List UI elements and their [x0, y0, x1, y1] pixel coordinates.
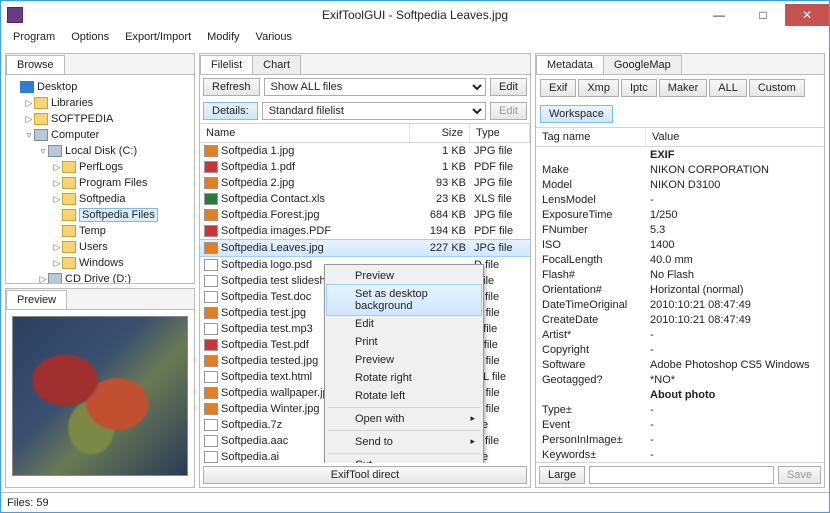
- tree-item[interactable]: ▷PerfLogs: [10, 159, 190, 175]
- meta-all-button[interactable]: ALL: [709, 79, 747, 97]
- ctx-send-to[interactable]: Send to: [327, 433, 481, 451]
- minimize-button[interactable]: —: [697, 4, 741, 26]
- ctx-rotate-left[interactable]: Rotate left: [327, 387, 481, 405]
- tree-item[interactable]: ▷Program Files: [10, 175, 190, 191]
- menu-program[interactable]: Program: [5, 29, 63, 49]
- edit-filter-button[interactable]: Edit: [490, 78, 527, 96]
- ctx-set-as-desktop-background[interactable]: Set as desktop background: [326, 284, 482, 316]
- metadata-row[interactable]: Artist*-: [536, 327, 824, 342]
- file-row-selected[interactable]: Softpedia Leaves.jpg 227 KB JPG file: [200, 239, 530, 257]
- metadata-row[interactable]: DateTimeOriginal2010:10:21 08:47:49: [536, 297, 824, 312]
- ctx-cut[interactable]: Cut: [327, 456, 481, 463]
- tree-item[interactable]: ▷Softpedia: [10, 191, 190, 207]
- meta-exif-button[interactable]: Exif: [540, 79, 576, 97]
- edit-columns-button: Edit: [490, 102, 527, 120]
- tree-item[interactable]: ▷Windows: [10, 255, 190, 271]
- file-list[interactable]: Softpedia 1.jpg1 KBJPG fileSoftpedia 1.p…: [200, 143, 530, 463]
- titlebar: ExifToolGUI - Softpedia Leaves.jpg — □ ✕: [1, 1, 829, 29]
- save-button: Save: [778, 466, 821, 484]
- filelist-combo[interactable]: Standard filelist: [262, 102, 486, 120]
- file-row[interactable]: Softpedia Contact.xls23 KBXLS file: [200, 191, 530, 207]
- ctx-print[interactable]: Print: [327, 333, 481, 351]
- status-bar: Files: 59: [1, 492, 829, 512]
- meta-iptc-button[interactable]: Iptc: [621, 79, 657, 97]
- large-button[interactable]: Large: [539, 466, 585, 484]
- tab-chart[interactable]: Chart: [252, 55, 301, 74]
- tree-item[interactable]: ▷SOFTPEDIA: [10, 111, 190, 127]
- metadata-row[interactable]: MakeNIKON CORPORATION: [536, 162, 824, 177]
- metadata-row[interactable]: ModelNIKON D3100: [536, 177, 824, 192]
- tree-item[interactable]: Desktop: [10, 79, 190, 95]
- file-list-header: Name Size Type: [200, 123, 530, 143]
- metadata-row[interactable]: Flash#No Flash: [536, 267, 824, 282]
- preview-image: [12, 316, 188, 476]
- metadata-row[interactable]: CreateDate2010:10:21 08:47:49: [536, 312, 824, 327]
- tree-item[interactable]: ▿Local Disk (C:): [10, 143, 190, 159]
- value-input[interactable]: [589, 466, 774, 484]
- ctx-edit[interactable]: Edit: [327, 315, 481, 333]
- menu-exportimport[interactable]: Export/Import: [117, 29, 199, 49]
- tree-item[interactable]: ▷Users: [10, 239, 190, 255]
- tree-item[interactable]: ▷Libraries: [10, 95, 190, 111]
- metadata-row[interactable]: Orientation#Horizontal (normal): [536, 282, 824, 297]
- tab-filelist[interactable]: Filelist: [200, 55, 253, 74]
- tab-browse[interactable]: Browse: [6, 55, 65, 74]
- details-button[interactable]: Details:: [203, 102, 258, 120]
- app-icon: [7, 7, 23, 23]
- ctx-open-with[interactable]: Open with: [327, 410, 481, 428]
- metadata-row[interactable]: ExposureTime1/250: [536, 207, 824, 222]
- tree-item[interactable]: ▿Computer: [10, 127, 190, 143]
- maximize-button[interactable]: □: [741, 4, 785, 26]
- metadata-row[interactable]: Keywords±-: [536, 447, 824, 462]
- ctx-rotate-right[interactable]: Rotate right: [327, 369, 481, 387]
- show-filter-combo[interactable]: Show ALL files: [264, 78, 487, 96]
- metadata-row[interactable]: ISO1400: [536, 237, 824, 252]
- menubar: ProgramOptionsExport/ImportModifyVarious: [1, 29, 829, 49]
- context-menu: PreviewSet as desktop backgroundEditPrin…: [324, 264, 484, 463]
- file-row[interactable]: Softpedia Forest.jpg684 KBJPG file: [200, 207, 530, 223]
- metadata-row[interactable]: Copyright-: [536, 342, 824, 357]
- metadata-row[interactable]: FocalLength40.0 mm: [536, 252, 824, 267]
- file-row[interactable]: Softpedia 1.pdf1 KBPDF file: [200, 159, 530, 175]
- tab-googlemap[interactable]: GoogleMap: [603, 55, 682, 74]
- ctx-preview[interactable]: Preview: [327, 351, 481, 369]
- file-row[interactable]: Softpedia images.PDF194 KBPDF file: [200, 223, 530, 239]
- file-row[interactable]: Softpedia 2.jpg93 KBJPG file: [200, 175, 530, 191]
- meta-xmp-button[interactable]: Xmp: [578, 79, 619, 97]
- folder-tree[interactable]: Desktop▷Libraries▷SOFTPEDIA▿Computer▿Loc…: [6, 75, 194, 283]
- exiftool-direct-button[interactable]: ExifTool direct: [203, 466, 527, 484]
- metadata-row[interactable]: About photo: [536, 387, 824, 402]
- metadata-row[interactable]: Geotagged?*NO*: [536, 372, 824, 387]
- metadata-row[interactable]: Event-: [536, 417, 824, 432]
- metadata-row[interactable]: PersonInImage±-: [536, 432, 824, 447]
- file-row[interactable]: Softpedia 1.jpg1 KBJPG file: [200, 143, 530, 159]
- file-icon: [204, 242, 218, 254]
- meta-custom-button[interactable]: Custom: [749, 79, 805, 97]
- metadata-row[interactable]: EXIF: [536, 147, 824, 162]
- metadata-list[interactable]: EXIFMakeNIKON CORPORATIONModelNIKON D310…: [536, 147, 824, 462]
- ctx-preview[interactable]: Preview: [327, 267, 481, 285]
- refresh-button[interactable]: Refresh: [203, 78, 260, 96]
- workspace-button[interactable]: Workspace: [540, 105, 613, 123]
- tab-metadata[interactable]: Metadata: [536, 55, 604, 74]
- close-button[interactable]: ✕: [785, 4, 829, 26]
- metadata-row[interactable]: FNumber5.3: [536, 222, 824, 237]
- tree-item[interactable]: Temp: [10, 223, 190, 239]
- menu-modify[interactable]: Modify: [199, 29, 247, 49]
- metadata-row[interactable]: SoftwareAdobe Photoshop CS5 Windows: [536, 357, 824, 372]
- tree-item[interactable]: Softpedia Files: [10, 207, 190, 223]
- tab-preview[interactable]: Preview: [6, 290, 67, 309]
- metadata-row[interactable]: LensModel-: [536, 192, 824, 207]
- menu-options[interactable]: Options: [63, 29, 117, 49]
- meta-maker-button[interactable]: Maker: [659, 79, 708, 97]
- menu-various[interactable]: Various: [248, 29, 300, 49]
- metadata-row[interactable]: Type±-: [536, 402, 824, 417]
- tree-item[interactable]: ▷CD Drive (D:): [10, 271, 190, 283]
